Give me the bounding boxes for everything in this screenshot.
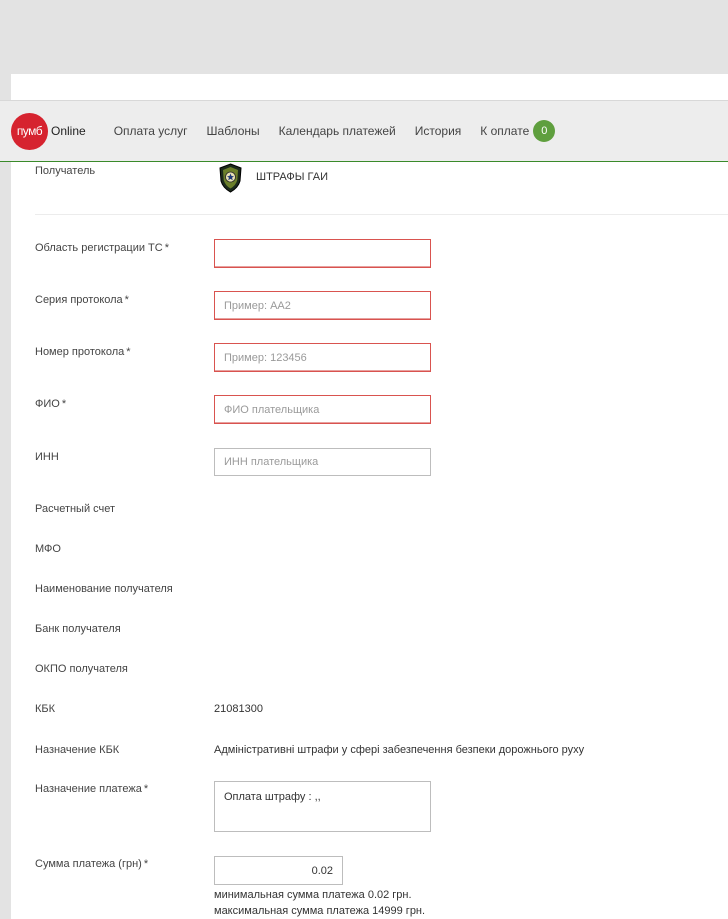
police-badge-icon — [219, 163, 242, 193]
to-pay-label: К оплате — [480, 124, 530, 138]
kbk-value: 21081300 — [214, 703, 263, 715]
amount-label: Сумма платежа (грн) * — [35, 858, 149, 870]
recipient-name-label: Наименование получателя — [35, 583, 173, 595]
section-divider — [35, 214, 728, 215]
nav-item-history[interactable]: История — [415, 124, 462, 138]
fio-input[interactable] — [214, 395, 431, 424]
recipient-bank-label: Банк получателя — [35, 623, 121, 635]
inn-input[interactable] — [214, 448, 431, 476]
protocol-number-input[interactable] — [214, 343, 431, 372]
region-input[interactable] — [214, 239, 431, 268]
amount-max-hint: максимальная сумма платежа 14999 грн. — [214, 905, 426, 917]
kbk-label: КБК — [35, 703, 56, 715]
region-label: Область регистрации ТС * — [35, 242, 169, 254]
mfo-label: МФО — [35, 543, 61, 555]
logo-text: Online — [51, 124, 86, 138]
okpo-label: ОКПО получателя — [35, 663, 128, 675]
logo[interactable]: пумб Online — [11, 112, 86, 150]
payment-purpose-textarea[interactable]: Оплата штрафу : ,, — [214, 781, 431, 832]
to-pay-count-badge: 0 — [533, 120, 556, 142]
protocol-series-label: Серия протокола * — [35, 294, 129, 306]
recipient-label: Получатель — [35, 165, 96, 177]
top-navigation: пумб Online Оплата услуг Шаблоны Календа… — [0, 100, 728, 162]
nav-item-to-pay[interactable]: К оплате 0 — [480, 120, 556, 142]
payment-purpose-label: Назначение платежа * — [35, 783, 149, 795]
logo-mark: пумб — [11, 112, 48, 150]
amount-min-hint: минимальная сумма платежа 0.02 грн. — [214, 889, 412, 901]
protocol-series-input[interactable] — [214, 291, 431, 320]
amount-input[interactable] — [214, 856, 343, 885]
protocol-number-label: Номер протокола * — [35, 346, 131, 358]
account-label: Расчетный счет — [35, 503, 116, 515]
nav-menu: Оплата услуг Шаблоны Календарь платежей … — [114, 120, 556, 142]
inn-label: ИНН — [35, 451, 59, 463]
nav-item-templates[interactable]: Шаблоны — [207, 124, 260, 138]
kbk-purpose-label: Назначение КБК — [35, 744, 120, 756]
nav-item-calendar[interactable]: Календарь платежей — [279, 124, 396, 138]
fio-label: ФИО * — [35, 398, 67, 410]
nav-item-services[interactable]: Оплата услуг — [114, 124, 188, 138]
recipient-name: ШТРАФЫ ГАИ — [256, 171, 328, 183]
kbk-purpose-value: Адміністративні штрафи у сфері забезпече… — [214, 744, 585, 756]
